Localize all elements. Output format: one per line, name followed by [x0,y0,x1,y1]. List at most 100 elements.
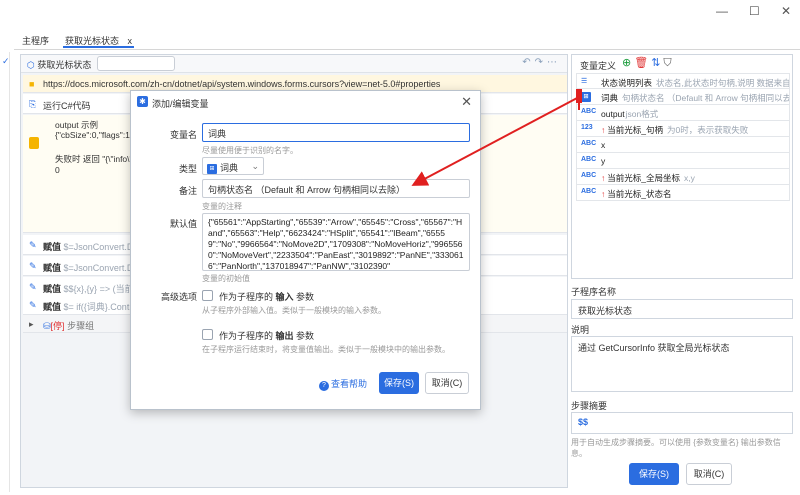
variable-name: x [601,140,606,150]
more-icon[interactable]: ⋯ [547,57,561,68]
default-value-hint: 变量的初始值 [202,274,250,283]
output-arrow-icon: ↑ [601,173,606,183]
expand-icon[interactable]: ▸ [29,319,34,330]
note-input[interactable]: 句柄状态名 （Default 和 Arrow 句柄相同以去除） [202,179,470,198]
group-icon: ⛁ [43,321,51,331]
variable-panel: 变量定义 ⊕🗑⇅⛉ ☰ 状态说明列表 状态名,此状态时句柄,说明 数据来自cy ⊞ 词… [571,54,793,279]
maximize-button[interactable]: ☐ [749,4,760,18]
text-type-icon: ABC [581,188,597,195]
save-button[interactable]: 保存(S) [629,463,679,485]
variable-item[interactable]: ABC ↑ 当前光标_状态名 [576,185,790,201]
input-param-checkbox[interactable] [202,290,213,301]
output-arrow-icon: ↑ [601,189,606,199]
subprogram-name-label: 子程序名称 [571,287,617,297]
note-hint: 变量的注释 [202,202,242,211]
variable-name-input[interactable]: 词典 [202,123,470,142]
editor-search-input[interactable] [97,56,175,71]
tab-label: 获取光标状态 [65,36,120,46]
step-summary-input[interactable]: $$ [571,412,793,434]
close-window-button[interactable]: ✕ [781,4,791,18]
step-summary-label: 步骤摘要 [571,401,608,411]
add-icon[interactable]: ⊕ [622,57,634,69]
redo-icon[interactable]: ↷ [535,57,547,68]
variable-item[interactable]: ABC y [576,153,790,169]
description-label: 说明 [571,325,590,335]
tab-get-cursor-state[interactable]: 获取光标状态 x [63,34,135,48]
dialog-close-button[interactable]: ✕ [461,94,472,110]
filter-icon[interactable]: ⛉ [663,57,674,69]
variable-item[interactable]: ☰ 状态说明列表 状态名,此状态时句柄,说明 数据来自cy [576,73,790,89]
document-tabs: 主程序 获取光标状态 x [20,34,135,48]
dialog-title: 添加/编辑变量 [152,99,209,109]
text-type-icon: ABC [581,172,597,179]
app-logo-icon: ✱ [137,96,148,107]
variable-item[interactable]: ⊞ 词典 句柄状态名 （Default 和 Arrow 句柄相同以去 [576,89,790,105]
output-param-hint: 在子程序运行结束时，将变量值输出。类似于一般模块中的输出参数。 [202,345,450,354]
csharp-label: 运行C#代码 [43,101,91,111]
variable-desc: x,y [683,173,695,183]
editor-toolbar: ⬡ 获取光标状态 ↶↷⋯ [21,55,567,73]
editor-title: ⬡ 获取光标状态 [27,58,91,71]
dialog-save-button[interactable]: 保存(S) [379,372,419,394]
subprogram-name-input[interactable]: 获取光标状态 [571,299,793,319]
dict-type-icon: ⊞ [581,92,594,102]
variable-desc: 状态名,此状态时句柄,说明 数据来自cy [656,78,790,88]
step-expression: $= if({词典}.Cont [63,302,130,312]
sort-icon[interactable]: ⇅ [651,57,663,69]
undo-icon[interactable]: ↶ [522,57,534,68]
help-link[interactable]: ? 查看帮助 [319,377,367,391]
variable-name: output [601,109,625,119]
variable-name-hint: 尽量使用便于识别的名字。 [202,146,298,155]
edit-icon: ✎ [29,282,37,292]
output-param-label: 作为子程序的 输出 参数 [219,331,315,341]
text-type-icon: ABC [581,140,597,147]
default-value-label: 默认值 [169,219,197,229]
code-line: 失败时 返回 "{\"info\":\" [55,154,141,164]
group-label: 步骤组 [67,321,95,331]
minimize-button[interactable]: — [716,4,728,18]
dialog-header: ✱ 添加/编辑变量 ✕ [131,91,480,113]
trash-icon[interactable]: 🗑 [634,57,651,69]
variable-item[interactable]: ABC outputjson格式 [576,105,790,121]
default-value-input[interactable]: {"65561":"AppStarting","65539":"Arrow","… [202,213,470,271]
type-label: 类型 [178,164,197,174]
description-input[interactable]: 通过 GetCursorInfo 获取全局光标状态 [571,336,793,392]
editor-title-text: 获取光标状态 [37,60,92,70]
variable-tools: ⊕🗑⇅⛉ [622,56,675,70]
step-keyword: 赋值 [43,263,62,273]
variable-item[interactable]: ABC ↑ 当前光标_全局坐标 x,y [576,169,790,185]
text-type-icon: ABC [581,156,597,163]
step-expression: $=JsonConvert.D [63,263,134,273]
text-type-icon: ABC [581,108,597,115]
warning-icon [29,137,39,149]
step-keyword: 赋值 [43,242,62,252]
output-param-checkbox[interactable] [202,329,213,340]
dialog-cancel-button[interactable]: 取消(C) [425,372,469,394]
variable-item[interactable]: 123 ↑ 当前光标_句柄 为0时，表示获取失败 [576,121,790,137]
advanced-options-label: 高级选项 [160,292,197,302]
variable-name: 状态说明列表 [601,78,653,88]
chevron-down-icon: ⌄ [251,161,259,171]
output-arrow-icon: ↑ [601,125,606,135]
disabled-tag: [停] [50,321,65,331]
variable-name: 当前光标_状态名 [607,189,672,199]
cancel-button[interactable]: 取消(C) [686,463,732,485]
variable-item[interactable]: ABC x [576,137,790,153]
step-expression: $=JsonConvert.D [63,242,134,252]
list-type-icon: ☰ [581,78,588,85]
variable-name: 词典 [601,93,619,103]
url-text: https://docs.microsoft.com/zh-cn/dotnet/… [43,79,441,89]
variable-desc: 句柄状态名 （Default 和 Arrow 句柄相同以去 [622,93,790,103]
type-select[interactable]: ⊞ 词典 ⌄ [202,157,264,175]
tab-close-icon[interactable]: x [128,36,133,46]
step-expression: $${x},{y} => (当前 [63,284,134,294]
number-type-icon: 123 [581,124,593,131]
dict-type-icon: ⊞ [207,163,217,174]
code-icon: ⎘ [29,99,37,109]
edit-variable-dialog: ✱ 添加/编辑变量 ✕ 变量名 词典 尽量使用便于识别的名字。 类型 ⊞ 词典 ⌄… [130,90,481,410]
step-keyword: 赋值 [43,284,62,294]
tab-main-program[interactable]: 主程序 [20,34,51,48]
note-icon: ■ [29,79,35,89]
flow-icon: ⬡ [27,60,38,70]
variable-desc: 为0时，表示获取失败 [666,125,749,135]
